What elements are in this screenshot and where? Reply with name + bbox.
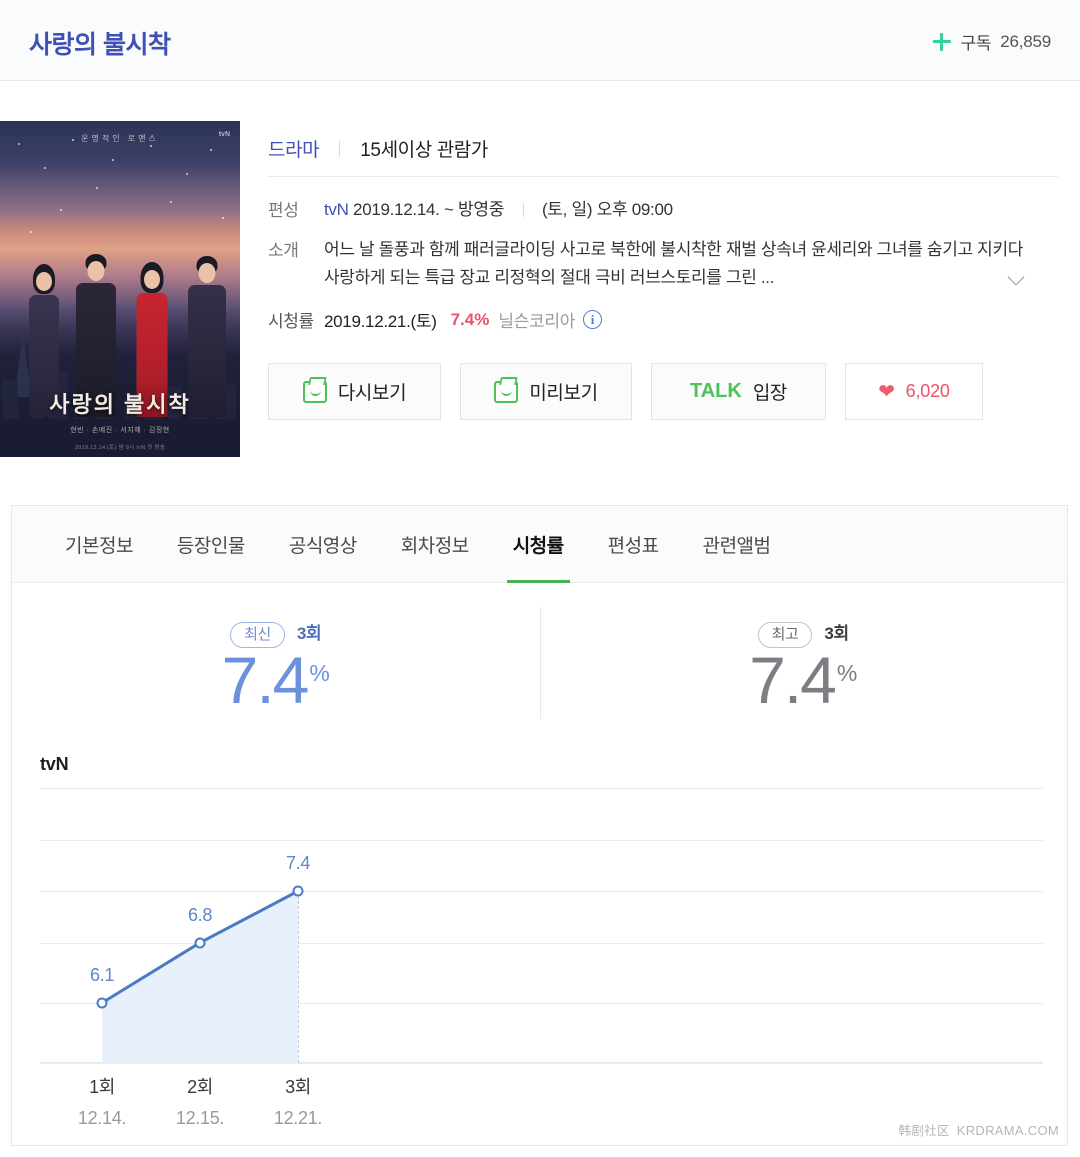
latest-rating-stat: 최신 3회 7.4 % — [12, 583, 540, 743]
highest-episode: 3회 — [824, 623, 849, 643]
tab-label: 등장인물 — [176, 535, 245, 557]
divider — [522, 203, 524, 217]
channel-link[interactable]: tvN — [324, 200, 349, 219]
preview-label: 미리보기 — [529, 383, 598, 405]
age-rating: 15세이상 관람가 — [360, 140, 488, 161]
poster-tagline: 운명적인 로맨스 — [81, 134, 159, 143]
chart-point-label: 6.1 — [89, 964, 115, 985]
divider — [539, 607, 541, 719]
tab-related-albums[interactable]: 관련앨범 — [681, 506, 793, 583]
chart-data-point[interactable] — [194, 937, 206, 949]
synopsis-row: 소개 어느 날 돌풍과 함께 패러글라이딩 사고로 북한에 불시착한 재벌 상속… — [268, 223, 1058, 292]
genre-row: 드라마 15세이상 관람가 — [268, 121, 1058, 177]
page-header: 사랑의 불시착 구독 26,859 — [0, 0, 1080, 81]
chart-x-axis: 1회 12.14. 2회 12.15. 3회 12.21. — [40, 1073, 1043, 1143]
chart-data-point[interactable] — [292, 885, 304, 897]
viewership-row: 시청률 2019.12.21.(토) 7.4% 닐슨코리아 i — [268, 292, 1058, 332]
tab-label: 공식영상 — [288, 535, 357, 557]
talk-mark: TALK — [689, 380, 742, 403]
latest-unit: % — [309, 659, 330, 686]
tab-schedule[interactable]: 편성표 — [586, 506, 681, 583]
chart-x-date: 12.21. — [273, 1108, 323, 1128]
like-count: 6,020 — [905, 381, 950, 402]
chart-last-point-guide — [298, 891, 299, 1063]
heart-icon: ❤ — [878, 380, 895, 403]
tab-bar: 기본정보 등장인물 공식영상 회차정보 시청률 편성표 관련앨범 — [12, 506, 1067, 583]
viewership-source: 닐슨코리아 — [498, 312, 576, 332]
schedule-value: tvN 2019.12.14. ~ 방영중 (토, 일) 오후 09:00 — [324, 196, 673, 223]
watermark-site: KRDRAMA.COM — [956, 1123, 1059, 1138]
content-card: 기본정보 등장인물 공식영상 회차정보 시청률 편성표 관련앨범 최신 3회 7… — [11, 505, 1068, 1146]
chart-x-tick: 3회 12.21. — [273, 1073, 323, 1129]
drama-detail-page: 사랑의 불시착 구독 26,859 운명적인 로맨스 tvN 사랑의 불시착 현… — [0, 0, 1080, 1157]
genre-link[interactable]: 드라마 — [268, 135, 320, 162]
schedule-label: 편성 — [268, 201, 299, 220]
highest-unit: % — [836, 659, 858, 686]
rewatch-label: 다시보기 — [337, 383, 407, 405]
schedule-airtime: (토, 일) 오후 09:00 — [541, 200, 673, 219]
talk-label: 입장 — [752, 383, 788, 405]
chart-x-date: 12.15. — [175, 1108, 225, 1128]
tab-label: 기본정보 — [65, 535, 133, 557]
latest-episode: 3회 — [296, 623, 322, 643]
tab-label: 편성표 — [607, 535, 659, 557]
chart-data-point[interactable] — [96, 997, 108, 1009]
tab-label: 관련앨범 — [702, 535, 771, 557]
schedule-period: 2019.12.14. ~ 방영중 — [353, 200, 505, 219]
chart-x-episode: 1회 — [89, 1077, 115, 1097]
chart-channel-title: tvN — [40, 754, 69, 774]
tab-official-video[interactable]: 공식영상 — [267, 506, 379, 583]
tab-characters[interactable]: 등장인물 — [155, 506, 267, 583]
divider — [339, 140, 341, 157]
subscribe-button[interactable]: 구독 26,859 — [932, 29, 1051, 54]
chart-x-tick: 2회 12.15. — [175, 1073, 225, 1129]
chart-gridline — [40, 1063, 1043, 1064]
plus-icon — [932, 32, 952, 52]
tv-screen-icon — [302, 380, 327, 403]
synopsis-text: 어느 날 돌풍과 함께 패러글라이딩 사고로 북한에 불시착한 재벌 상속녀 윤… — [324, 240, 1024, 288]
tv-screen-icon — [494, 380, 519, 403]
schedule-row: 편성 tvN 2019.12.14. ~ 방영중 (토, 일) 오후 09:00 — [268, 177, 1058, 223]
viewership-chart: tvN 6.1 6.8 7.4 1회 12.14. 2회 12.15. 3회 12.21. — [12, 743, 1067, 1143]
subscribe-label: 구독 — [960, 34, 992, 53]
chart-point-label: 6.8 — [187, 904, 213, 925]
poster-broadcast-note: 2019.12.14.(토) 밤 9시 tvN 첫 방송 — [74, 445, 166, 451]
chart-point-label: 7.4 — [285, 853, 311, 874]
viewership-summary: 최신 3회 7.4 % 최고 3회 7.4 % — [12, 583, 1067, 743]
viewership-date: 2019.12.21.(토) — [324, 312, 437, 332]
page-title: 사랑의 불시착 — [29, 31, 171, 59]
viewership-value: 7.4% — [450, 309, 490, 329]
drama-info-panel: 드라마 15세이상 관람가 편성 tvN 2019.12.14. ~ 방영중 (… — [268, 121, 1058, 421]
watermark: 韩剧社区 KRDRAMA.COM — [899, 1120, 1059, 1139]
talk-enter-button[interactable]: TALK 입장 — [651, 363, 826, 421]
subscribe-count: 26,859 — [1000, 31, 1051, 51]
like-button[interactable]: ❤ 6,020 — [845, 363, 983, 421]
highest-rating-stat: 최고 3회 7.4 % — [540, 583, 1068, 743]
chart-x-date: 12.14. — [77, 1108, 127, 1128]
poster-credits: 현빈 · 손예진 · 서지혜 · 김정현 — [70, 427, 170, 434]
chart-x-episode: 3회 — [285, 1077, 311, 1097]
tab-viewership[interactable]: 시청률 — [491, 506, 586, 583]
tab-episode-info[interactable]: 회차정보 — [379, 506, 491, 583]
chart-x-tick: 1회 12.14. — [77, 1073, 127, 1129]
rewatch-button[interactable]: 다시보기 — [268, 363, 441, 421]
action-button-row: 다시보기 미리보기 TALK 입장 ❤ 6,020 — [268, 332, 1058, 421]
highest-value: 7.4 — [749, 642, 837, 717]
poster-channel-mark: tvN — [218, 131, 230, 138]
latest-value: 7.4 — [221, 642, 310, 717]
tab-label: 회차정보 — [400, 535, 469, 557]
poster-title-text: 사랑의 불시착 — [49, 392, 191, 417]
synopsis-label: 소개 — [268, 241, 299, 261]
chart-x-episode: 2회 — [187, 1077, 213, 1097]
preview-button[interactable]: 미리보기 — [460, 363, 632, 421]
watermark-cn: 韩剧社区 — [898, 1124, 950, 1138]
poster-image[interactable]: 운명적인 로맨스 tvN 사랑의 불시착 현빈 · 손예진 · 서지혜 · 김정… — [0, 121, 240, 457]
chart-plot-area: 6.1 6.8 7.4 — [40, 788, 1043, 1064]
tab-basic-info[interactable]: 기본정보 — [43, 506, 155, 583]
tab-label: 시청률 — [512, 535, 564, 557]
info-icon[interactable]: i — [583, 310, 603, 330]
viewership-label: 시청률 — [268, 312, 314, 332]
